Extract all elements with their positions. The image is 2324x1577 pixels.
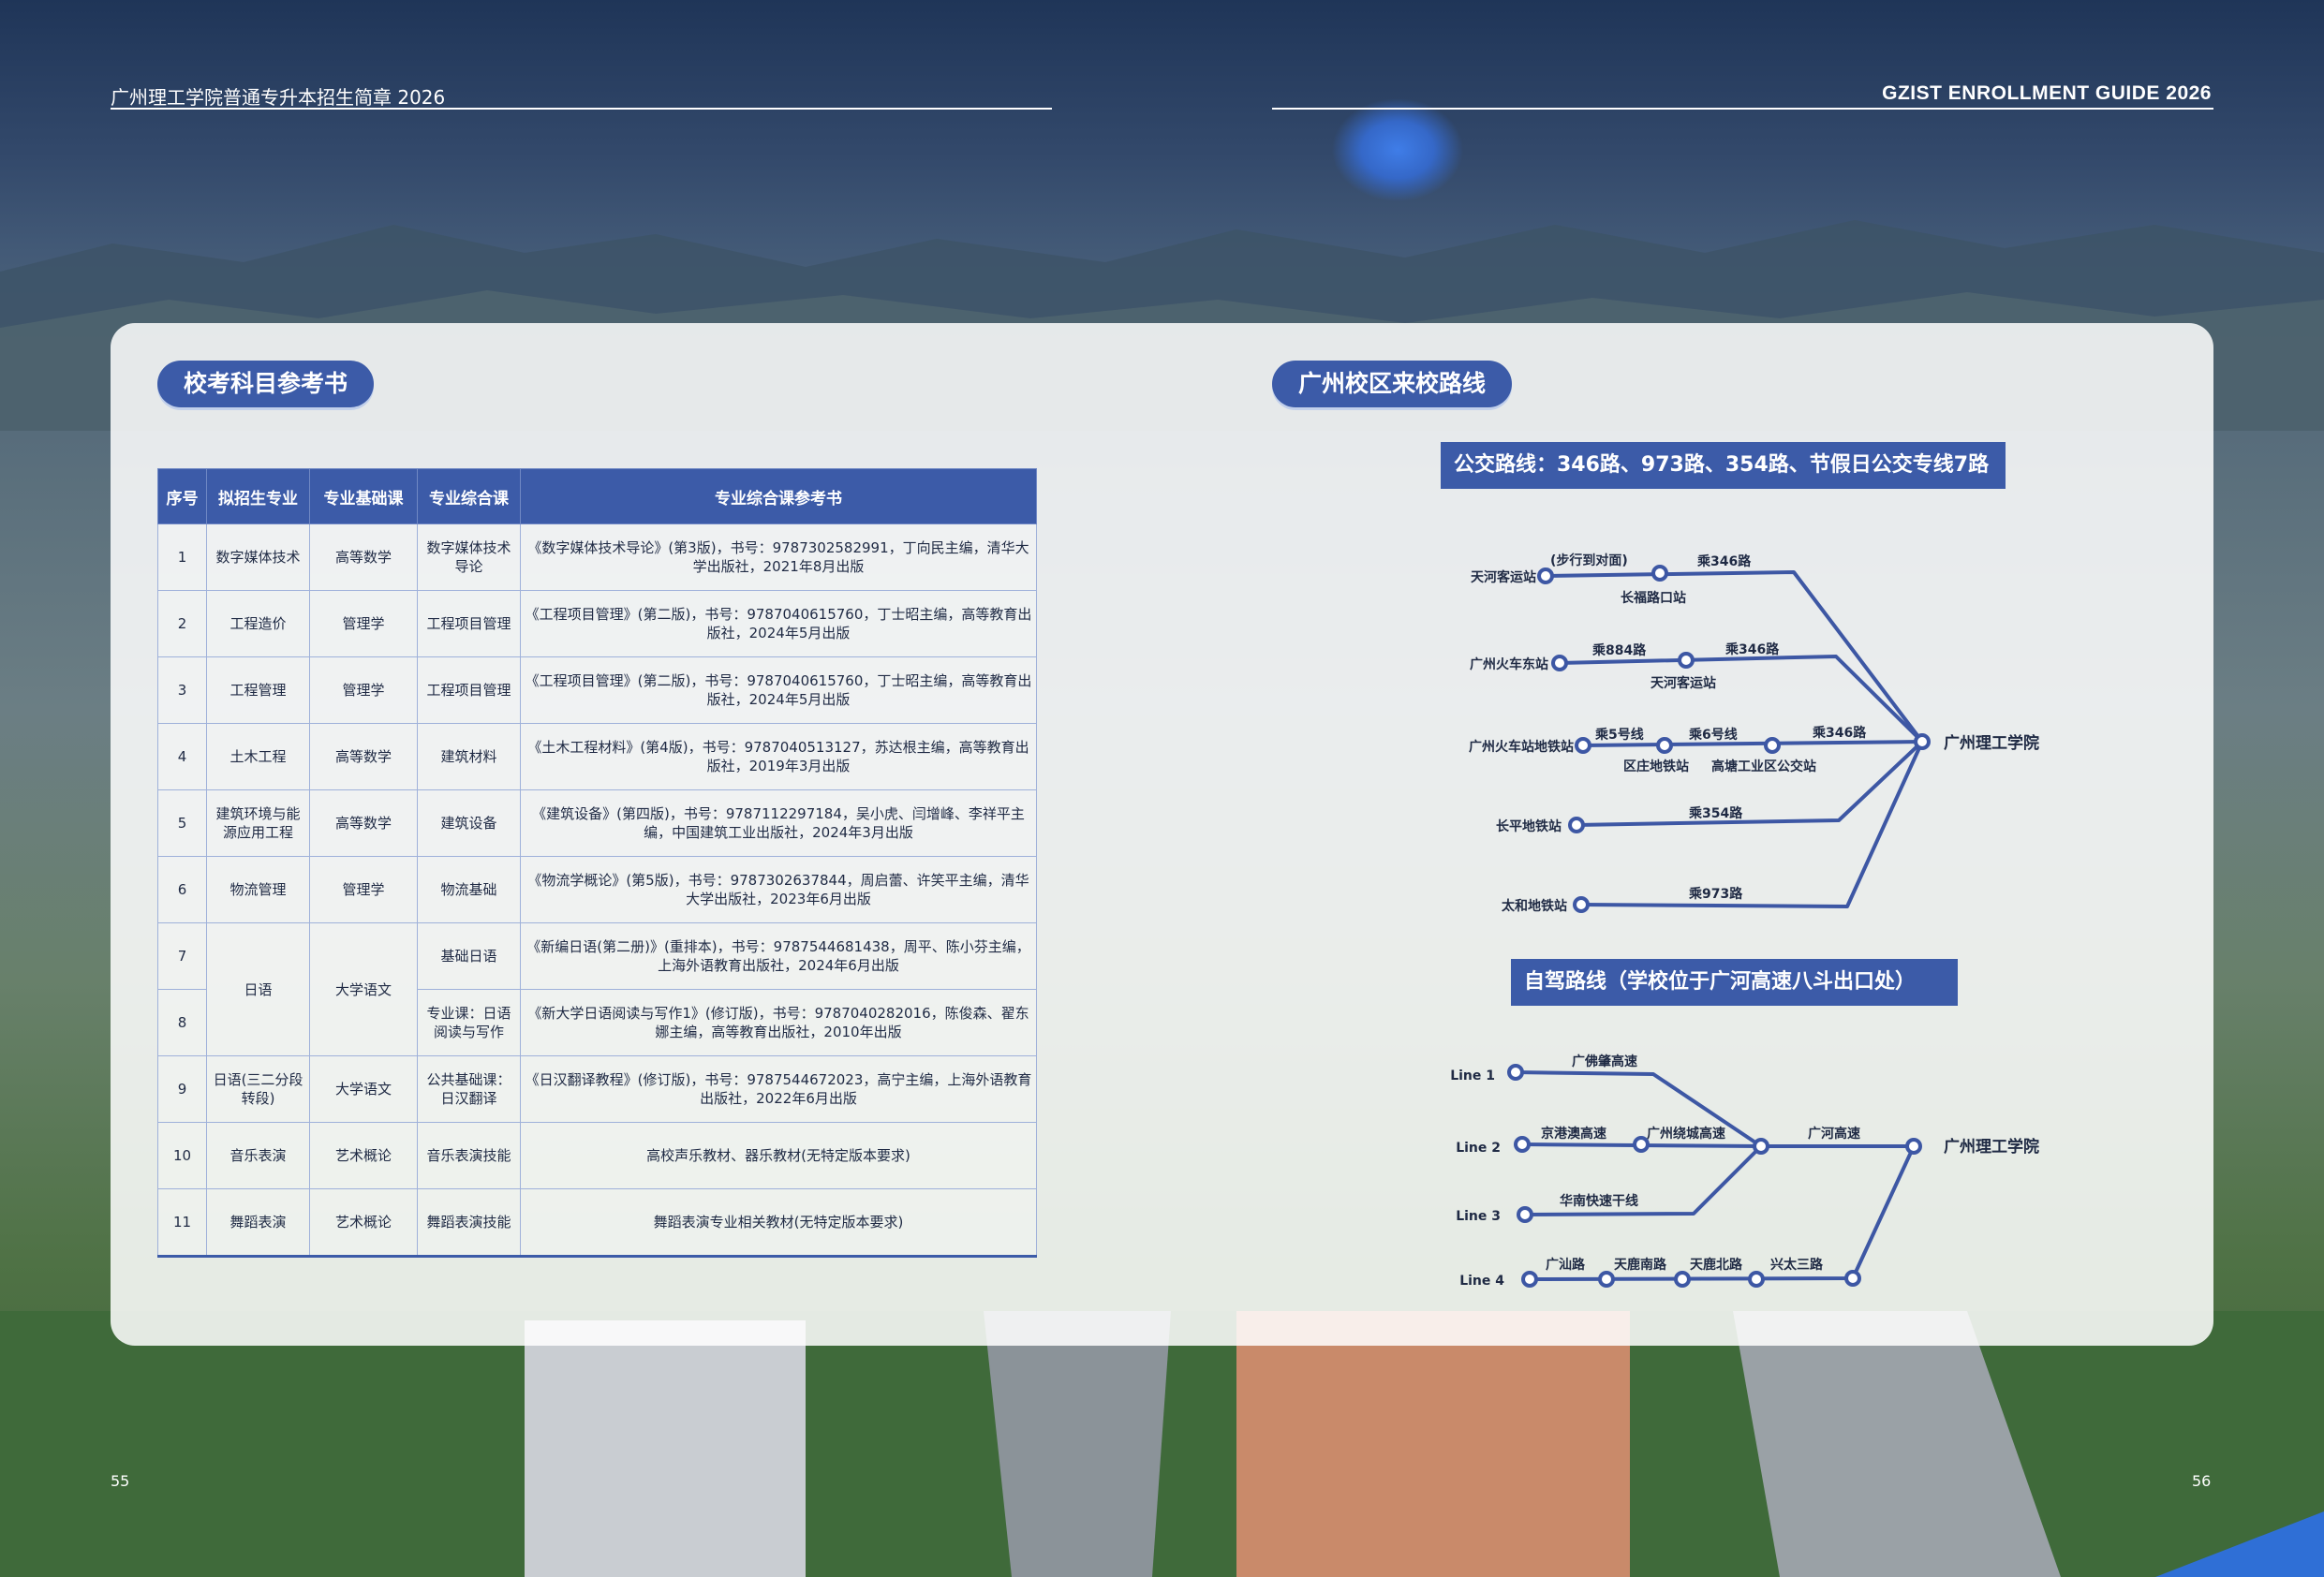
table-header-row: 序号 拟招生专业 专业基础课 专业综合课 专业综合课参考书 (157, 468, 1037, 524)
cell-no: 6 (157, 856, 207, 923)
table-row: 2 工程造价 管理学 工程项目管理 《工程项目管理》(第二版)，书号：97870… (157, 590, 1037, 657)
cell-major: 土木工程 (206, 723, 310, 790)
page-number-right: 56 (2192, 1472, 2212, 1490)
column-header: 拟招生专业 (206, 468, 310, 524)
cell-ref: 《土木工程材料》(第4版)，书号：9787040513127，苏达根主编，高等教… (520, 723, 1037, 790)
reference-books-table: 序号 拟招生专业 专业基础课 专业综合课 专业综合课参考书 1 数字媒体技术 高… (157, 468, 1037, 1258)
cell-no: 3 (157, 656, 207, 724)
cell-base: 管理学 (309, 856, 418, 923)
cell-major: 建筑环境与能源应用工程 (206, 789, 310, 857)
table-row: 9 日语(三二分段转段) 大学语文 公共基础课：日汉翻译 《日汉翻译教程》(修订… (157, 1055, 1037, 1123)
cell-comp: 建筑设备 (417, 789, 521, 857)
cell-base: 艺术概论 (309, 1188, 418, 1257)
cell-ref: 《日汉翻译教程》(修订版)，书号：9787544672023，高宁主编，上海外语… (520, 1055, 1037, 1123)
bus-route-title: 公交路线：346路、973路、354路、节假日公交专线7路 (1441, 442, 2006, 489)
table-row: 3 工程管理 管理学 工程项目管理 《工程项目管理》(第二版)，书号：97870… (157, 656, 1037, 724)
cell-no: 11 (157, 1188, 207, 1257)
cell-major: 数字媒体技术 (206, 523, 310, 591)
cell-no: 8 (157, 989, 207, 1056)
section-title-routes: 广州校区来校路线 (1272, 361, 1513, 407)
cell-ref: 《工程项目管理》(第二版)，书号：9787040615760，丁士昭主编，高等教… (520, 590, 1037, 657)
header-left-rule (111, 108, 1052, 110)
drive-route-title: 自驾路线（学校位于广河高速八斗出口处） (1511, 959, 1958, 1006)
table-row: 1 数字媒体技术 高等数学 数字媒体技术导论 《数字媒体技术导论》(第3版)，书… (157, 523, 1037, 591)
cell-major: 日语 (206, 922, 310, 1056)
cell-base: 高等数学 (309, 523, 418, 591)
section-title-reference-books: 校考科目参考书 (157, 361, 375, 407)
cell-base: 艺术概论 (309, 1122, 418, 1189)
column-header: 专业综合课参考书 (520, 468, 1037, 524)
cell-no: 7 (157, 922, 207, 990)
cell-base: 大学语文 (309, 922, 418, 1056)
cell-ref: 高校声乐教材、器乐教材(无特定版本要求) (520, 1122, 1037, 1189)
cell-comp: 基础日语 (417, 922, 521, 990)
campus-ground (0, 1311, 2324, 1577)
cell-comp: 公共基础课：日汉翻译 (417, 1055, 521, 1123)
header-left-title: 广州理工学院普通专升本招生简章 2026 (111, 86, 446, 109)
cell-comp: 工程项目管理 (417, 656, 521, 724)
cell-major: 工程管理 (206, 656, 310, 724)
cell-base: 大学语文 (309, 1055, 418, 1123)
cell-major: 工程造价 (206, 590, 310, 657)
cell-ref: 《工程项目管理》(第二版)，书号：9787040615760，丁士昭主编，高等教… (520, 656, 1037, 724)
column-header: 专业综合课 (417, 468, 521, 524)
cell-ref: 《建筑设备》(第四版)，书号：9787112297184，吴小虎、闫增峰、李祥平… (520, 789, 1037, 857)
cell-ref: 《物流学概论》(第5版)，书号：9787302637844，周启蕾、许笑平主编，… (520, 856, 1037, 923)
page-number-left: 55 (111, 1472, 130, 1490)
table-row: 5 建筑环境与能源应用工程 高等数学 建筑设备 《建筑设备》(第四版)，书号：9… (157, 789, 1037, 857)
cell-base: 管理学 (309, 656, 418, 724)
cell-comp: 专业课：日语阅读与写作 (417, 989, 521, 1056)
cell-no: 2 (157, 590, 207, 657)
cell-ref: 《新大学日语阅读与写作1》(修订版)，书号：9787040282016，陈俊森、… (520, 989, 1037, 1056)
cell-base: 高等数学 (309, 723, 418, 790)
cell-no: 5 (157, 789, 207, 857)
cell-ref: 《数字媒体技术导论》(第3版)，书号：9787302582991，丁向民主编，清… (520, 523, 1037, 591)
cell-comp: 数字媒体技术导论 (417, 523, 521, 591)
cell-no: 10 (157, 1122, 207, 1189)
cell-major: 舞蹈表演 (206, 1188, 310, 1257)
cell-comp: 建筑材料 (417, 723, 521, 790)
table-row: 6 物流管理 管理学 物流基础 《物流学概论》(第5版)，书号：97873026… (157, 856, 1037, 923)
corner-decoration (2155, 1511, 2324, 1577)
cell-major: 音乐表演 (206, 1122, 310, 1189)
column-header: 序号 (157, 468, 207, 524)
cell-comp: 音乐表演技能 (417, 1122, 521, 1189)
cell-comp: 物流基础 (417, 856, 521, 923)
table-row: 10 音乐表演 艺术概论 音乐表演技能 高校声乐教材、器乐教材(无特定版本要求) (157, 1122, 1037, 1189)
cell-base: 管理学 (309, 590, 418, 657)
table-row: 7 日语 大学语文 基础日语 《新编日语(第二册)》(重排本)，书号：97875… (157, 922, 1037, 1056)
cell-comp: 工程项目管理 (417, 590, 521, 657)
cell-ref: 舞蹈表演专业相关教材(无特定版本要求) (520, 1188, 1037, 1257)
cell-no: 4 (157, 723, 207, 790)
cell-major: 日语(三二分段转段) (206, 1055, 310, 1123)
cell-ref: 《新编日语(第二册)》(重排本)，书号：9787544681438，周平、陈小芬… (520, 922, 1037, 990)
cell-comp: 舞蹈表演技能 (417, 1188, 521, 1257)
cell-no: 9 (157, 1055, 207, 1123)
table-row: 11 舞蹈表演 艺术概论 舞蹈表演技能 舞蹈表演专业相关教材(无特定版本要求) (157, 1188, 1037, 1257)
table-row: 4 土木工程 高等数学 建筑材料 《土木工程材料》(第4版)，书号：978704… (157, 723, 1037, 790)
column-header: 专业基础课 (309, 468, 418, 524)
cell-major: 物流管理 (206, 856, 310, 923)
cell-base: 高等数学 (309, 789, 418, 857)
header-right-title: GZIST ENROLLMENT GUIDE 2026 (1882, 82, 2212, 104)
header-right-rule (1272, 108, 2213, 110)
cell-no: 1 (157, 523, 207, 591)
